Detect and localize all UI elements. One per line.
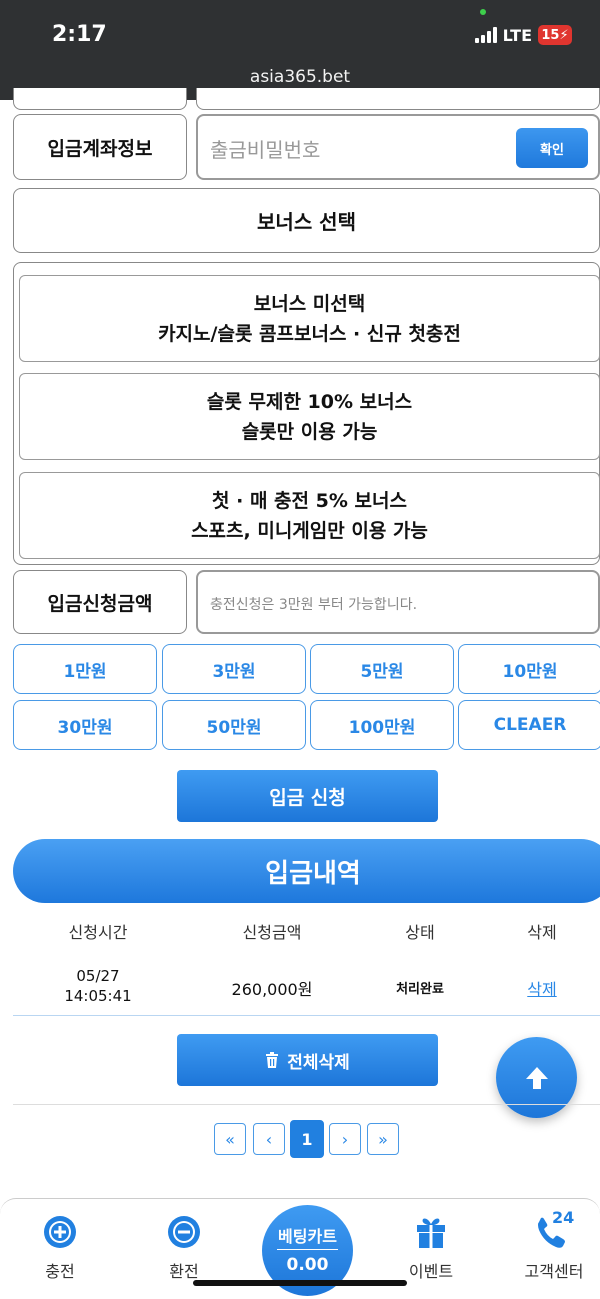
nav-charge-label: 충전: [45, 1262, 75, 1281]
divider: [13, 1104, 600, 1105]
nav-support[interactable]: 24 고객센터: [504, 1208, 600, 1282]
amount-button-10[interactable]: 10만원: [458, 644, 600, 694]
delete-link[interactable]: 삭제: [502, 976, 582, 1000]
account-info-label: 입금계좌정보: [13, 114, 187, 180]
deposit-history-title: 입금내역: [13, 839, 600, 903]
support-badge: 24: [552, 1208, 575, 1227]
nav-support-label: 고객센터: [524, 1262, 584, 1281]
betcart-title: 베팅카트: [278, 1227, 337, 1246]
request-clock: 14:05:41: [64, 987, 132, 1005]
nav-exchange-label: 환전: [169, 1262, 199, 1281]
scroll-top-button[interactable]: [496, 1037, 577, 1118]
amount-placeholder: 충전신청은 3만원 부터 가능합니다.: [210, 597, 418, 613]
bonus-select-header[interactable]: 보너스 선택: [13, 188, 600, 253]
prev-page-button[interactable]: ‹: [253, 1123, 285, 1155]
amount-button-5[interactable]: 5만원: [310, 644, 454, 694]
status-bar: 2:17 LTE 15 ⚡ asia365.bet: [0, 0, 600, 100]
next-page-button[interactable]: ›: [329, 1123, 361, 1155]
amount-button-30[interactable]: 30만원: [13, 700, 157, 750]
deposit-amount-label: 입금신청금액: [13, 570, 187, 634]
nav-exchange[interactable]: 환전: [134, 1214, 234, 1282]
amount-button-3[interactable]: 3만원: [162, 644, 306, 694]
signal-icon: [474, 27, 497, 43]
clear-button[interactable]: CLEAER: [458, 700, 600, 750]
request-amount: 260,000원: [231, 980, 313, 999]
bonus-option-desc: 스포츠, 미니게임만 이용 가능: [191, 519, 428, 542]
amount-button-50[interactable]: 50만원: [162, 700, 306, 750]
trash-icon: [266, 1052, 279, 1068]
bonus-option-first-charge[interactable]: 첫 · 매 충전 5% 보너스 스포츠, 미니게임만 이용 가능: [19, 472, 600, 559]
request-time: 05/27 14:05:41: [48, 966, 148, 1006]
withdraw-password-input[interactable]: 출금비밀번호 확인: [196, 114, 600, 180]
nav-event-label: 이벤트: [408, 1262, 454, 1281]
status-badge: 처리완료: [396, 982, 444, 997]
request-date: 05/27: [76, 967, 120, 985]
column-header-delete: 삭제: [527, 923, 557, 942]
bonus-option-title: 보너스 미선택: [253, 292, 366, 315]
clock: 2:17: [52, 22, 107, 47]
battery-icon: 15 ⚡: [538, 25, 572, 45]
arrow-up-icon: [525, 1066, 548, 1089]
deposit-request-button[interactable]: 입금 신청: [177, 770, 438, 822]
column-header-status: 상태: [405, 923, 435, 942]
delete-all-label: 전체삭제: [287, 1052, 350, 1073]
password-placeholder: 출금비밀번호: [210, 138, 321, 162]
betcart-value: 0.00: [286, 1255, 329, 1275]
bonus-option-title: 첫 · 매 충전 5% 보너스: [212, 489, 407, 512]
deposit-amount-input[interactable]: 충전신청은 3만원 부터 가능합니다.: [196, 570, 600, 634]
confirm-button[interactable]: 확인: [516, 128, 588, 168]
home-indicator: [193, 1280, 407, 1286]
bonus-option-none[interactable]: 보너스 미선택 카지노/슬롯 콤프보너스 · 신규 첫충전: [19, 275, 600, 362]
first-page-button[interactable]: «: [214, 1123, 246, 1155]
bonus-option-desc: 카지노/슬롯 콤프보너스 · 신규 첫충전: [158, 322, 461, 345]
delete-all-button[interactable]: 전체삭제: [177, 1034, 438, 1086]
clipped-input-box: [196, 88, 600, 110]
current-page[interactable]: 1: [290, 1120, 324, 1158]
column-header-amount: 신청금액: [242, 923, 302, 942]
plus-chip-icon: [44, 1216, 76, 1248]
bonus-option-title: 슬롯 무제한 10% 보너스: [206, 390, 413, 413]
camera-indicator-dot: [480, 9, 486, 15]
clipped-label-box: [13, 88, 187, 110]
gift-icon: [417, 1218, 445, 1248]
battery-level: 15: [541, 27, 560, 43]
column-header-time: 신청시간: [68, 923, 128, 942]
network-type: LTE: [502, 25, 532, 45]
betcart-divider: [277, 1249, 338, 1250]
bonus-option-slot[interactable]: 슬롯 무제한 10% 보너스 슬롯만 이용 가능: [19, 373, 600, 460]
row-divider: [13, 1015, 600, 1016]
amount-button-1[interactable]: 1만원: [13, 644, 157, 694]
last-page-button[interactable]: »: [367, 1123, 399, 1155]
nav-event[interactable]: 이벤트: [381, 1214, 481, 1282]
nav-charge[interactable]: 충전: [10, 1214, 110, 1282]
minus-chip-icon: [168, 1216, 200, 1248]
bonus-option-desc: 슬롯만 이용 가능: [241, 420, 378, 443]
amount-button-100[interactable]: 100만원: [310, 700, 454, 750]
url-bar[interactable]: asia365.bet: [0, 67, 600, 87]
